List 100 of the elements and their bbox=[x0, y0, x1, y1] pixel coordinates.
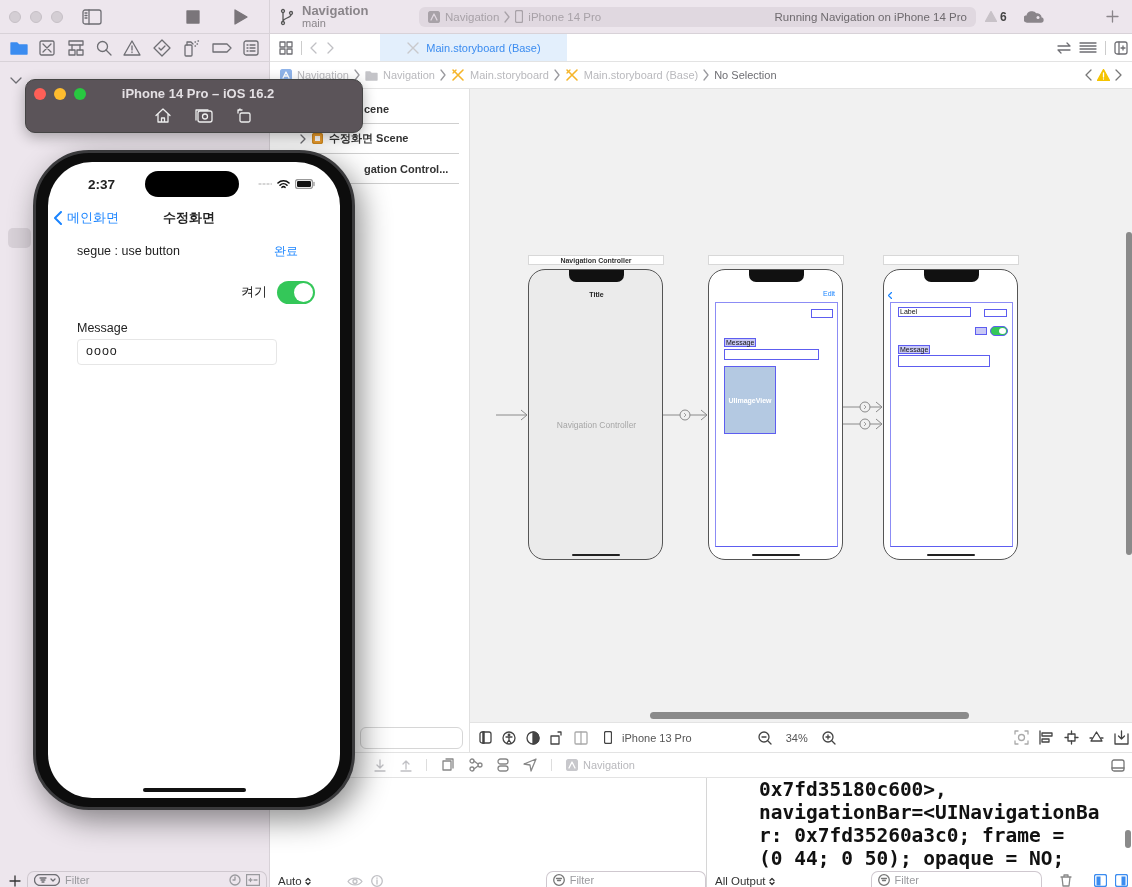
zoom-out-icon[interactable] bbox=[757, 730, 772, 745]
back-icon[interactable] bbox=[1085, 69, 1092, 81]
right-pane-icon[interactable] bbox=[1114, 874, 1128, 887]
filter-placeholder: Filter bbox=[894, 873, 919, 886]
folder-icon[interactable] bbox=[9, 40, 28, 55]
location-icon[interactable] bbox=[523, 758, 537, 772]
filter-icon bbox=[552, 873, 565, 886]
message-field[interactable]: oooo bbox=[77, 339, 277, 365]
grid-icon[interactable] bbox=[279, 40, 293, 55]
outline-item[interactable]: cene bbox=[364, 102, 390, 115]
warning-count[interactable]: 6 bbox=[1000, 9, 1007, 24]
done-button[interactable]: 완료 bbox=[274, 243, 298, 259]
scrollbar-thumb[interactable] bbox=[1125, 830, 1131, 848]
filter-menu-icon bbox=[34, 873, 60, 886]
text-field-outline[interactable] bbox=[898, 355, 990, 367]
scrollbar-thumb[interactable] bbox=[1126, 232, 1132, 555]
signal-icon bbox=[258, 182, 272, 186]
add-icon[interactable] bbox=[9, 875, 21, 887]
screenshot-icon[interactable] bbox=[195, 108, 213, 123]
segue-label: segue : use button bbox=[77, 244, 180, 258]
home-icon[interactable] bbox=[155, 108, 171, 123]
breadcrumb-item[interactable]: No Selection bbox=[714, 69, 777, 81]
tag-icon[interactable] bbox=[211, 41, 232, 54]
filter-placeholder: Filter bbox=[65, 873, 90, 886]
info-icon[interactable] bbox=[370, 875, 383, 887]
sidebar-icon[interactable] bbox=[479, 731, 492, 744]
spray-icon[interactable] bbox=[182, 38, 201, 57]
split-icon[interactable] bbox=[574, 730, 588, 745]
clock-icon[interactable] bbox=[229, 873, 241, 886]
box-x-icon[interactable] bbox=[39, 39, 56, 56]
button-outline[interactable] bbox=[811, 309, 833, 318]
close-button[interactable] bbox=[34, 88, 46, 100]
list-icon[interactable] bbox=[243, 39, 260, 56]
device-selector[interactable]: iPhone 13 Pro bbox=[622, 731, 692, 744]
branch-icon[interactable] bbox=[280, 7, 294, 26]
window-title: iPhone 14 Pro – iOS 16.2 bbox=[121, 86, 275, 101]
scope-menu[interactable]: Auto bbox=[278, 875, 311, 887]
resolve-icon[interactable] bbox=[1089, 730, 1104, 745]
eye-icon[interactable] bbox=[346, 876, 363, 887]
run-icon[interactable] bbox=[234, 8, 248, 25]
forward-icon[interactable] bbox=[1115, 69, 1122, 81]
appearance-icon[interactable] bbox=[526, 730, 540, 745]
view-hierarchy-icon[interactable] bbox=[441, 758, 455, 772]
hierarchy-icon[interactable] bbox=[66, 39, 85, 56]
label-outline[interactable] bbox=[975, 327, 987, 335]
refresh-icon[interactable] bbox=[1014, 730, 1029, 745]
diamond-check-icon[interactable] bbox=[152, 38, 171, 57]
back-chevron-icon[interactable] bbox=[888, 292, 892, 299]
segue-arrow[interactable] bbox=[842, 401, 883, 413]
sidebar-toggle-icon[interactable] bbox=[82, 8, 102, 25]
notch bbox=[749, 270, 804, 282]
environment-icon[interactable] bbox=[497, 758, 509, 772]
rotate-icon[interactable] bbox=[550, 730, 564, 745]
message-label: Message bbox=[77, 321, 128, 335]
button-outline[interactable] bbox=[984, 309, 1007, 317]
swap-icon[interactable] bbox=[1057, 41, 1071, 54]
zoom-button[interactable] bbox=[74, 88, 86, 100]
panel-toggle-icon[interactable] bbox=[1111, 758, 1125, 772]
zoom-in-icon[interactable] bbox=[821, 730, 836, 745]
toggle-switch[interactable] bbox=[277, 281, 315, 304]
trash-icon[interactable] bbox=[1059, 874, 1072, 887]
up-down-icon bbox=[304, 876, 311, 886]
scrollbar-thumb[interactable] bbox=[650, 712, 969, 719]
storyboard-icon bbox=[450, 68, 465, 82]
search-icon[interactable] bbox=[96, 39, 113, 56]
back-button[interactable]: 메인화면 bbox=[54, 209, 119, 227]
outline-item[interactable]: 수정화면 Scene bbox=[329, 131, 409, 146]
output-menu[interactable]: All Output bbox=[715, 875, 775, 887]
back-icon[interactable] bbox=[310, 41, 318, 54]
rotate-icon[interactable] bbox=[237, 108, 251, 123]
left-pane-icon[interactable] bbox=[1093, 874, 1107, 887]
embed-icon[interactable] bbox=[1114, 730, 1129, 745]
entry-arrow[interactable] bbox=[496, 409, 528, 421]
back-chevron-icon bbox=[54, 211, 62, 225]
minimize-button[interactable] bbox=[54, 88, 66, 100]
scheme-selector[interactable]: Navigation iPhone 14 Pro Running Navigation on iPhone 14 Pro bbox=[419, 6, 976, 27]
text-field-outline[interactable] bbox=[724, 349, 819, 360]
memory-graph-icon[interactable] bbox=[469, 758, 483, 772]
storyboard-icon bbox=[564, 68, 579, 82]
chevron-down-icon[interactable] bbox=[10, 77, 22, 85]
home-indicator bbox=[752, 554, 800, 556]
step-out-icon[interactable] bbox=[400, 758, 412, 772]
warning-icon[interactable] bbox=[123, 39, 142, 56]
add-panel-icon[interactable] bbox=[1114, 40, 1128, 55]
chevron-right-icon[interactable] bbox=[300, 133, 306, 144]
outline-item[interactable]: gation Control... bbox=[364, 162, 449, 175]
forward-icon[interactable] bbox=[326, 41, 334, 54]
lines-icon[interactable] bbox=[1079, 41, 1097, 54]
chevron-icon bbox=[504, 10, 511, 23]
pin-icon[interactable] bbox=[1064, 730, 1079, 745]
align-icon[interactable] bbox=[1039, 730, 1054, 745]
step-into-icon[interactable] bbox=[374, 758, 386, 772]
segue-arrow[interactable] bbox=[842, 418, 883, 430]
filter-field[interactable] bbox=[360, 727, 463, 749]
tab-label: Main.storyboard (Base) bbox=[426, 41, 541, 54]
cloud-icon[interactable] bbox=[1023, 10, 1044, 23]
stop-icon[interactable] bbox=[186, 9, 200, 24]
accessibility-icon[interactable] bbox=[502, 730, 516, 745]
switch[interactable] bbox=[990, 326, 1008, 336]
plus-minus-icon[interactable] bbox=[246, 873, 260, 886]
